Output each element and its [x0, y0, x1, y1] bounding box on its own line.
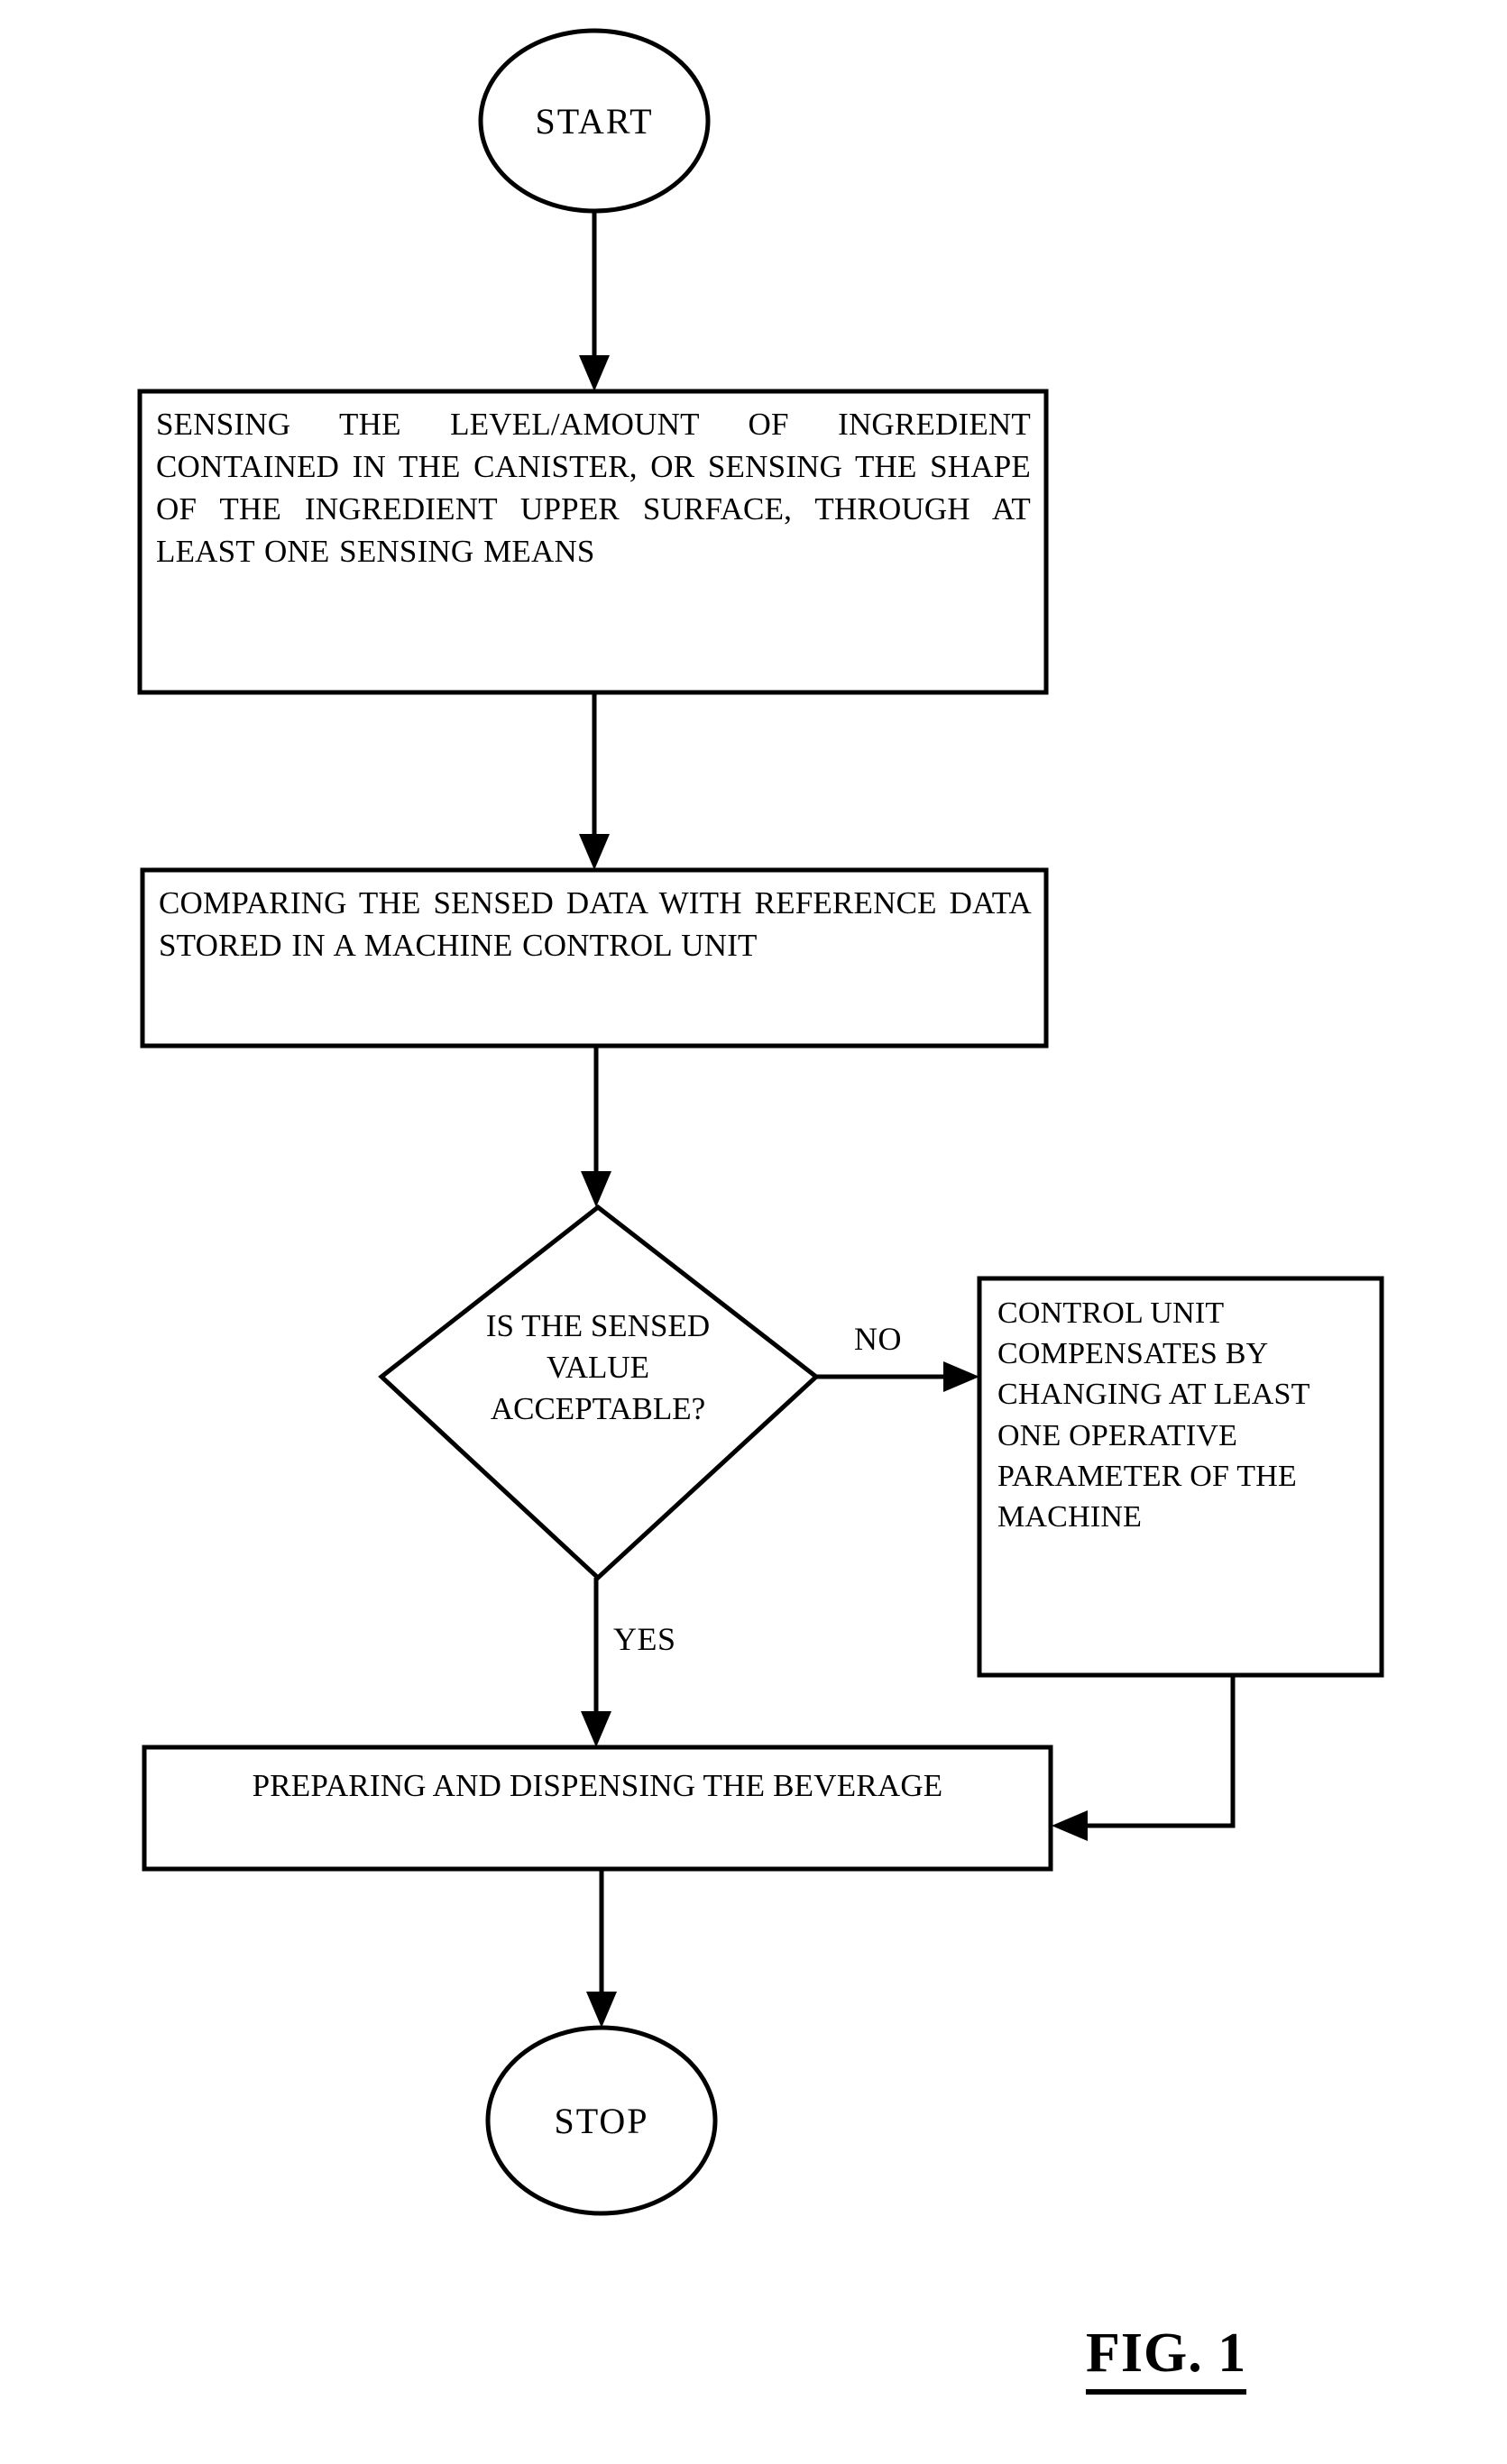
branch-label-no: NO	[854, 1321, 902, 1357]
comparing-label: COMPARING THE SENSED DATA WITH REFERENCE…	[159, 885, 1032, 963]
arrowhead-down-icon	[581, 1171, 611, 1207]
stop-label: STOP	[554, 2101, 648, 2141]
branch-label-yes: YES	[613, 1621, 676, 1657]
arrowhead-down-icon	[579, 355, 610, 391]
connector-comparing-to-decision	[581, 1046, 611, 1207]
decision-label-line-3: ACCEPTABLE?	[491, 1391, 705, 1426]
node-compensate[interactable]: CONTROL UNIT COMPENSATES BY CHANGING AT …	[977, 1276, 1384, 1678]
node-dispense[interactable]: PREPARING AND DISPENSING THE BEVERAGE	[142, 1745, 1053, 1872]
node-comparing[interactable]: COMPARING THE SENSED DATA WITH REFERENCE…	[140, 867, 1049, 1049]
start-label: START	[535, 101, 653, 142]
figure-caption: FIG. 1	[1086, 2322, 1247, 2395]
arrowhead-down-icon	[579, 834, 610, 870]
sensing-label: SENSING THE LEVEL/AMOUNT OF INGREDIENT C…	[156, 407, 1031, 569]
node-decision[interactable]: IS THE SENSED VALUE ACCEPTABLE?	[378, 1204, 820, 1581]
arrowhead-right-icon	[943, 1361, 979, 1392]
decision-label-line-1: IS THE SENSED	[486, 1308, 710, 1343]
arrowhead-down-icon	[586, 1992, 617, 2028]
connector-start-to-sensing	[579, 213, 610, 391]
node-start[interactable]: START	[478, 28, 711, 214]
connector-decision-yes-to-dispense	[581, 1578, 611, 1747]
flowchart-canvas: START SENSING THE LEVEL/AMOUNT OF INGRED…	[137, 28, 1384, 2216]
connector-compensate-to-dispense	[1052, 1675, 1236, 1841]
patent-figure: START SENSING THE LEVEL/AMOUNT OF INGRED…	[0, 0, 1507, 2464]
connector-sensing-to-comparing	[579, 692, 610, 870]
arrowhead-down-icon	[581, 1711, 611, 1747]
node-stop[interactable]: STOP	[485, 2025, 718, 2216]
node-sensing[interactable]: SENSING THE LEVEL/AMOUNT OF INGREDIENT C…	[137, 389, 1049, 695]
compensate-label: CONTROL UNIT COMPENSATES BY CHANGING AT …	[997, 1296, 1309, 1534]
decision-label-line-2: VALUE	[547, 1350, 649, 1385]
connector-decision-no-to-compensate	[816, 1361, 979, 1392]
connector-dispense-to-stop	[586, 1869, 617, 2028]
arrowhead-left-icon	[1052, 1810, 1088, 1841]
figure-caption-text: FIG. 1	[1086, 2322, 1247, 2395]
dispense-label: PREPARING AND DISPENSING THE BEVERAGE	[252, 1768, 943, 1803]
